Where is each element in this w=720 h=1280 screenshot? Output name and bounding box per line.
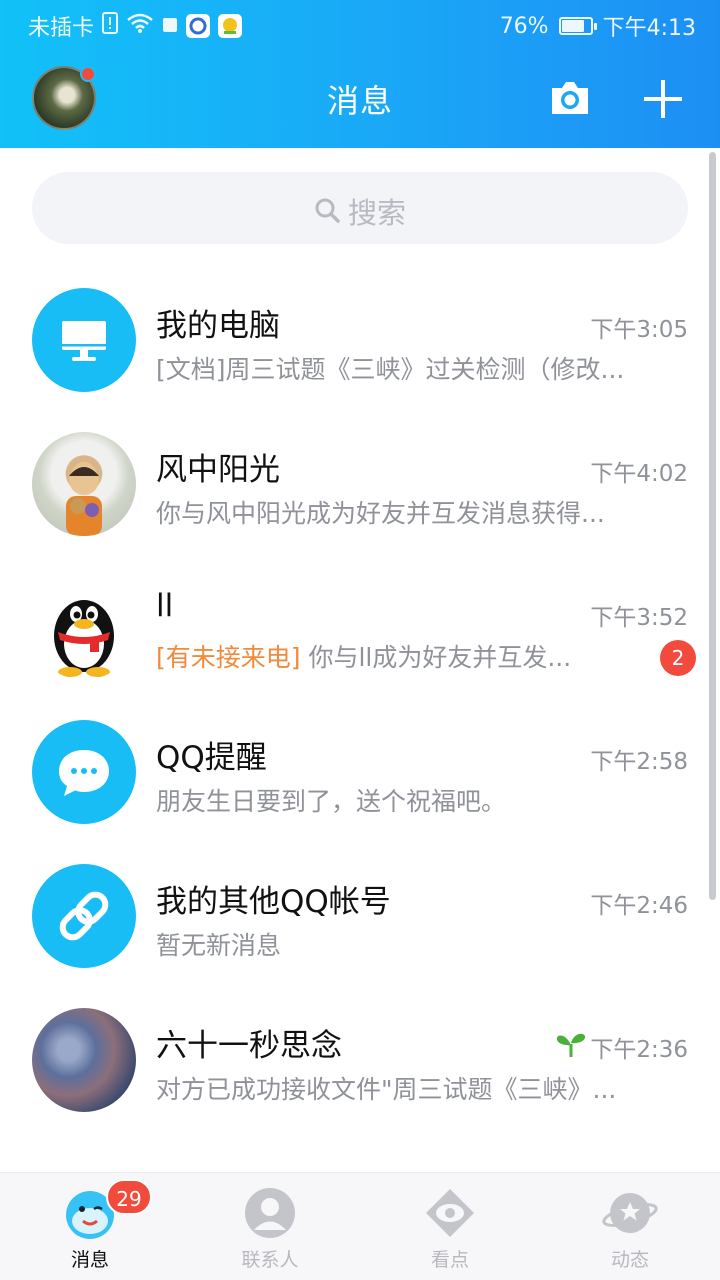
chat-preview: [有未接来电] 你与ll成为好友并互发... — [156, 638, 656, 674]
chat-list: 我的电脑 下午3:05 [文档]周三试题《三峡》过关检测（修改... 风中阳光 … — [0, 268, 720, 1132]
qq-messages-screen: 未插卡 76% 下午4:13 消息 搜索 我的电脑 下午3:05 [文档]周三试… — [0, 0, 720, 1280]
chat-time: 下午2:58 — [590, 749, 688, 775]
sprout-icon — [556, 1033, 586, 1057]
link-avatar — [32, 864, 136, 968]
chat-preview: 暂无新消息 — [156, 931, 282, 960]
camera-button[interactable] — [548, 78, 592, 118]
nav-label: 看点 — [430, 1249, 469, 1271]
chat-preview-text: 你与ll成为好友并互发... — [300, 643, 572, 672]
notification-square-icon — [162, 14, 178, 39]
camera-icon — [552, 82, 588, 114]
battery-icon — [558, 17, 597, 35]
nav-kandian[interactable]: 看点 — [360, 1173, 540, 1280]
carrier-text: 未插卡 — [28, 16, 95, 41]
nav-label: 消息 — [70, 1249, 109, 1271]
no-sim-icon — [102, 12, 119, 40]
add-button[interactable] — [640, 76, 686, 122]
photo-avatar — [32, 432, 136, 536]
nav-messages[interactable]: 29 消息 — [0, 1173, 180, 1280]
chat-preview: 你与风中阳光成为好友并互发消息获得... — [156, 499, 605, 528]
chat-row-ll[interactable]: ll 下午3:52 [有未接来电] 你与ll成为好友并互发... 2 — [0, 556, 720, 700]
search-bar[interactable]: 搜索 — [32, 172, 688, 244]
chat-time: 下午3:52 — [590, 605, 688, 631]
search-placeholder: 搜索 — [347, 196, 406, 230]
eye-icon — [426, 1189, 474, 1237]
star-planet-icon — [602, 1193, 658, 1233]
bottom-nav: 29 消息 联系人 看点 动态 — [0, 1172, 720, 1280]
chat-time: 下午4:02 — [590, 461, 688, 487]
qq-penguin-icon — [54, 600, 114, 677]
chat-preview: 对方已成功接收文件"周三试题《三峡》... — [156, 1075, 617, 1104]
unread-count-badge: 2 — [660, 640, 696, 676]
chat-row-my-computer[interactable]: 我的电脑 下午3:05 [文档]周三试题《三峡》过关检测（修改... — [0, 268, 720, 412]
chat-row-liushiyimiao[interactable]: 六十一秒思念 下午2:36 对方已成功接收文件"周三试题《三峡》... — [0, 988, 720, 1132]
chat-preview: [文档]周三试题《三峡》过关检测（修改... — [156, 355, 625, 384]
wifi-icon — [126, 12, 154, 40]
chat-time: 下午2:36 — [590, 1037, 688, 1063]
nav-label: 联系人 — [241, 1249, 299, 1271]
chat-row-fengzhongyangguang[interactable]: 风中阳光 下午4:02 你与风中阳光成为好友并互发消息获得... — [0, 412, 720, 556]
contacts-icon — [245, 1188, 295, 1238]
app-icon-yellow — [218, 14, 243, 38]
search-icon — [315, 198, 340, 223]
chat-time: 下午2:46 — [590, 893, 688, 919]
header: 未插卡 76% 下午4:13 消息 — [0, 0, 720, 148]
nav-label: 动态 — [610, 1249, 649, 1271]
chat-name: QQ提醒 — [156, 740, 267, 776]
monitor-avatar — [32, 288, 136, 392]
reminder-avatar — [32, 720, 136, 824]
chat-name: 我的其他QQ帐号 — [156, 884, 391, 920]
chat-time: 下午3:05 — [590, 317, 688, 343]
messages-badge: 29 — [106, 1179, 152, 1215]
chat-row-other-accounts[interactable]: 我的其他QQ帐号 下午2:46 暂无新消息 — [0, 844, 720, 988]
chat-preview: 朋友生日要到了，送个祝福吧。 — [156, 787, 507, 816]
plus-icon — [644, 80, 682, 118]
nav-dynamics[interactable]: 动态 — [540, 1173, 720, 1280]
chat-name: 风中阳光 — [156, 452, 280, 488]
scrollbar[interactable] — [709, 152, 716, 900]
chat-name: ll — [156, 588, 174, 624]
blurred-photo-avatar — [32, 1008, 136, 1112]
chat-name: 六十一秒思念 — [156, 1028, 342, 1064]
link-icon — [59, 891, 109, 941]
battery-percent: 76% — [499, 13, 549, 39]
monitor-icon — [62, 321, 106, 361]
nav-contacts[interactable]: 联系人 — [180, 1173, 360, 1280]
page-title: 消息 — [326, 82, 393, 120]
app-icon-blue — [186, 14, 211, 38]
clock: 下午4:13 — [602, 16, 696, 41]
title-bar: 消息 — [0, 50, 720, 148]
chat-bubble-icon — [59, 750, 109, 796]
missed-call-tag: [有未接来电] — [156, 643, 301, 672]
chat-row-qq-reminder[interactable]: QQ提醒 下午2:58 朋友生日要到了，送个祝福吧。 — [0, 700, 720, 844]
qq-penguin-avatar — [32, 576, 136, 680]
status-bar: 未插卡 76% 下午4:13 — [0, 0, 720, 50]
chat-name: 我的电脑 — [156, 308, 280, 344]
